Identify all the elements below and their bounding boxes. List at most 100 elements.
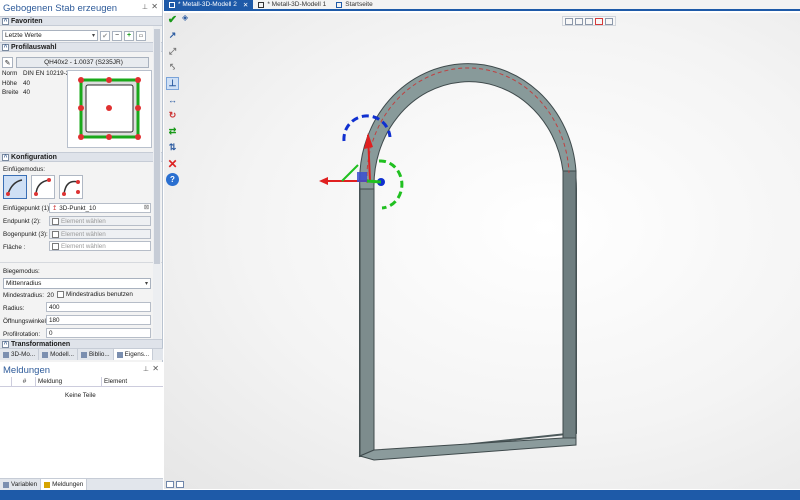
col-element[interactable]: Element (102, 377, 163, 386)
tab-label: Modell... (50, 351, 74, 358)
tab-label: Variablen (11, 481, 38, 488)
checkbox-icon[interactable] (57, 291, 64, 298)
window-icon[interactable] (605, 17, 613, 25)
single-view-icon[interactable] (176, 480, 184, 488)
einfuegemodus-label: Einfügemodus: (3, 166, 46, 173)
doctab-startseite[interactable]: Startseite (331, 0, 377, 9)
checkmark-icon[interactable]: ✔ (100, 30, 110, 41)
move-icon[interactable]: ↔ (166, 93, 179, 106)
split-view-icon[interactable] (166, 480, 174, 488)
section-profilauswahl-label: Profilauswahl (11, 43, 57, 51)
tab-modell[interactable]: Modell... (39, 349, 78, 360)
section-favoriten[interactable]: ˄ Favoriten (0, 16, 162, 26)
bottom-bar (358, 437, 577, 461)
help-icon[interactable]: ? (166, 173, 179, 186)
checkbox-icon (52, 217, 59, 225)
line-tool-icon[interactable]: ⤢ (166, 45, 179, 58)
insert-mode-threepoint-icon[interactable] (59, 175, 83, 199)
bent-frame-model[interactable] (164, 13, 800, 479)
collapse-icon[interactable]: ˄ (2, 43, 9, 51)
tab-variablen[interactable]: Variablen (0, 479, 42, 490)
pin-icon[interactable]: ⊥ (143, 365, 149, 373)
section-konfiguration[interactable]: ˄ Konfiguration (0, 152, 162, 162)
section-profilauswahl[interactable]: ˄ Profilauswahl (0, 42, 162, 52)
endpunkt-field[interactable]: Element wählen (49, 216, 151, 226)
pin-icon[interactable]: ⊥ (142, 3, 148, 11)
insert-mode-arc-icon[interactable] (31, 175, 55, 199)
library-icon (80, 351, 87, 358)
checkbox-icon (52, 242, 59, 250)
render-mode-icon[interactable] (585, 17, 593, 25)
collapse-icon[interactable]: ˄ (2, 340, 9, 348)
profile-select[interactable]: QH40x2 - 1.0037 (S235JR) (16, 57, 149, 68)
3d-viewport[interactable] (164, 13, 800, 489)
bogenpunkt-field[interactable]: Element wählen (49, 229, 151, 239)
mindestradius-checkbox[interactable]: Mindestradius benutzen (57, 291, 133, 298)
close-icon[interactable]: ✕ (151, 2, 158, 11)
scrollbar-thumb[interactable] (154, 29, 160, 264)
insert-mode-straight-icon[interactable] (3, 175, 27, 199)
bogenpunkt-placeholder: Element wählen (61, 230, 106, 238)
doctab-model-2[interactable]: * Metall-3D-Modell 2 ✕ (164, 0, 254, 9)
tab-3d-modell[interactable]: 3D-Mo... (0, 349, 40, 360)
collapse-icon[interactable]: ˄ (2, 17, 9, 25)
arc-tool-icon[interactable]: ⤣ (166, 61, 179, 74)
tab-eigenschaften[interactable]: Eigens... (113, 349, 154, 360)
filter-icon[interactable] (565, 17, 573, 25)
collapse-icon[interactable]: ˄ (2, 153, 9, 161)
confirm-icon[interactable]: ✔ (166, 13, 179, 26)
favoriten-select[interactable]: Letzte Werte ▾ (2, 30, 98, 41)
tab-meldungen[interactable]: Meldungen (41, 479, 88, 490)
messages-panel: Meldungen ⊥ ✕ # Meldung Element Keine Te… (0, 362, 163, 478)
breite-value: 40 (23, 89, 31, 96)
profilrotation-field[interactable]: 0 (46, 328, 151, 338)
endpunkt-label: Endpunkt (2): (3, 218, 41, 225)
model-doc-icon (258, 1, 265, 8)
view-cube-icon[interactable]: ◈ (182, 13, 196, 25)
point-tool-icon[interactable]: ↗ (166, 29, 179, 42)
profile-picker-icon[interactable]: ✎ (2, 57, 13, 68)
biegemodus-select[interactable]: Mittenradius ▾ (3, 278, 151, 289)
mindestradius-label: Mindestradius: (3, 292, 44, 299)
chevron-down-icon: ▾ (144, 281, 148, 287)
scrollbar[interactable] (153, 26, 161, 340)
messages-title-bar: Meldungen ⊥ ✕ (0, 362, 163, 376)
insert-point-icon[interactable]: ⊥ (166, 77, 179, 90)
flaeche-field[interactable]: Element wählen (49, 241, 151, 251)
axis-icon[interactable]: ⇅ (166, 141, 179, 154)
radius-field[interactable]: 400 (46, 302, 151, 312)
profile-preview[interactable] (67, 70, 152, 148)
messages-empty-text: Keine Teile (65, 392, 96, 399)
align-icon[interactable]: ⇄ (166, 125, 179, 138)
left-post (359, 188, 375, 457)
point-icon: ↥ (52, 204, 58, 212)
mindestradius-value: 20 (47, 292, 55, 299)
einfuegepunkt-label: Einfügepunkt (1): (3, 205, 51, 212)
doctab-label: * Metall-3D-Modell 1 (267, 1, 327, 8)
favoriten-select-value: Letzte Werte (5, 32, 42, 39)
oeffnungswinkel-label: Öffnungswinkel: (3, 318, 48, 325)
display-options-icon[interactable] (595, 17, 603, 25)
clear-icon[interactable]: ⊠ (144, 204, 149, 211)
oeffnungswinkel-field[interactable]: 180 (46, 315, 151, 325)
einfuegepunkt-value: 3D-Punkt_10 (59, 204, 97, 212)
einfuegepunkt-field[interactable]: ↥ 3D-Punkt_10 ⊠ (49, 203, 151, 213)
options-icon[interactable]: ▭ (136, 30, 146, 41)
arch-centerline (366, 67, 570, 184)
rotate-icon[interactable]: ↻ (166, 109, 179, 122)
minus-icon[interactable]: − (112, 30, 122, 41)
close-icon[interactable]: ✕ (243, 1, 248, 9)
doctab-model-1[interactable]: * Metall-3D-Modell 1 (253, 0, 331, 9)
endpunkt-placeholder: Element wählen (61, 217, 106, 225)
plus-icon[interactable]: + (124, 30, 134, 41)
tab-bibliothek[interactable]: Biblio... (78, 349, 114, 360)
variables-icon (3, 481, 9, 488)
view-mode-icon[interactable] (575, 17, 583, 25)
cancel-icon[interactable]: ✕ (166, 157, 179, 171)
col-meldung[interactable]: Meldung (36, 377, 102, 386)
col-number[interactable]: # (12, 377, 36, 386)
arch-top (359, 63, 577, 190)
vertical-toolbar: ✔ ↗ ⤢ ⤣ ⊥ ↔ ↻ ⇄ ⇅ ✕ ? (166, 13, 180, 193)
close-icon[interactable]: ✕ (152, 364, 159, 373)
profilrotation-value: 0 (49, 329, 53, 337)
